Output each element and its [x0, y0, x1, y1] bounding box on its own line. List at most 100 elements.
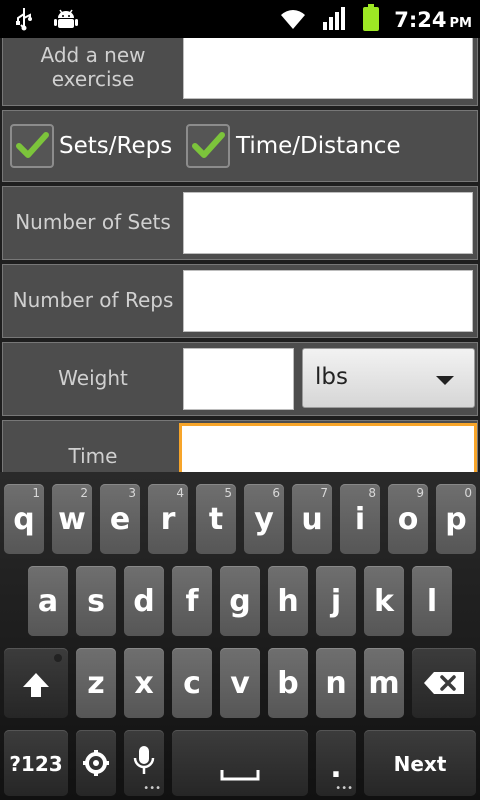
time-distance-label[interactable]: Time/Distance — [236, 133, 401, 159]
period-key-label: . — [330, 750, 342, 785]
key-t[interactable]: 5t — [196, 484, 236, 554]
exercise-name-input[interactable] — [183, 38, 473, 99]
key-hint: 8 — [368, 486, 376, 500]
reps-label: Number of Reps — [12, 288, 174, 312]
key-b[interactable]: b — [268, 648, 308, 718]
key-r[interactable]: 4r — [148, 484, 188, 554]
battery-icon — [362, 4, 380, 36]
key-z[interactable]: z — [76, 648, 116, 718]
key-label: a — [37, 584, 59, 619]
add-exercise-row: Add a new exercise — [2, 38, 478, 106]
space-bar-icon — [220, 770, 260, 781]
status-bar: 7:24 PM — [0, 0, 480, 38]
sets-reps-label[interactable]: Sets/Reps — [59, 133, 172, 159]
key-f[interactable]: f — [172, 566, 212, 636]
signal-icon — [322, 5, 348, 35]
key-hint: 1 — [32, 486, 40, 500]
key-hint: 4 — [176, 486, 184, 500]
key-p[interactable]: 0p — [436, 484, 476, 554]
key-hint: 3 — [128, 486, 136, 500]
key-label: t — [208, 502, 224, 537]
settings-key[interactable] — [76, 730, 116, 796]
key-l[interactable]: l — [412, 566, 452, 636]
key-label: f — [185, 584, 199, 619]
clock-ampm: PM — [449, 16, 472, 31]
space-key[interactable] — [172, 730, 308, 796]
sets-reps-checkbox[interactable] — [10, 124, 54, 168]
key-q[interactable]: 1q — [4, 484, 44, 554]
key-s[interactable]: s — [76, 566, 116, 636]
key-o[interactable]: 9o — [388, 484, 428, 554]
key-a[interactable]: a — [28, 566, 68, 636]
next-key-label: Next — [393, 752, 447, 776]
key-h[interactable]: h — [268, 566, 308, 636]
key-label: u — [301, 502, 323, 537]
key-label: b — [277, 666, 299, 701]
key-label: h — [277, 584, 299, 619]
clock-time: 7:24 — [394, 8, 447, 32]
time-input[interactable] — [179, 423, 477, 472]
key-label: s — [87, 584, 105, 619]
key-hint: 6 — [272, 486, 280, 500]
key-label: c — [183, 666, 201, 701]
time-label: Time — [68, 444, 118, 468]
settings-gear-icon — [83, 750, 109, 776]
weight-row: Weight lbs — [2, 342, 478, 416]
soft-keyboard: 1q 2w 3e 4r 5t 6y 7u 8i 9o 0p a s d f g … — [0, 472, 480, 800]
key-label: x — [134, 666, 154, 701]
key-w[interactable]: 2w — [52, 484, 92, 554]
weight-label: Weight — [58, 366, 128, 390]
symbols-key[interactable]: ?123 — [4, 730, 68, 796]
microphone-icon — [133, 746, 155, 774]
key-label: r — [160, 502, 176, 537]
key-i[interactable]: 8i — [340, 484, 380, 554]
key-k[interactable]: k — [364, 566, 404, 636]
weight-input[interactable] — [183, 348, 294, 410]
shift-key[interactable] — [4, 648, 68, 718]
key-label: v — [230, 666, 250, 701]
voice-input-key[interactable]: ••• — [124, 730, 164, 796]
usb-icon — [14, 6, 34, 36]
key-hint: 2 — [80, 486, 88, 500]
weight-unit-dropdown[interactable]: lbs — [302, 348, 475, 408]
key-label: p — [445, 502, 467, 537]
key-label: m — [368, 666, 400, 701]
sets-label: Number of Sets — [15, 210, 171, 234]
key-hint: 7 — [320, 486, 328, 500]
key-label: n — [325, 666, 347, 701]
key-c[interactable]: c — [172, 648, 212, 718]
key-g[interactable]: g — [220, 566, 260, 636]
time-row: Time — [2, 420, 478, 472]
shift-lock-indicator — [54, 654, 62, 662]
next-key[interactable]: Next — [364, 730, 476, 796]
more-options-icon: ••• — [335, 783, 353, 794]
key-j[interactable]: j — [316, 566, 356, 636]
key-m[interactable]: m — [364, 648, 404, 718]
key-label: j — [330, 584, 342, 619]
key-label: z — [87, 666, 105, 701]
key-label: o — [397, 502, 419, 537]
key-e[interactable]: 3e — [100, 484, 140, 554]
key-x[interactable]: x — [124, 648, 164, 718]
key-d[interactable]: d — [124, 566, 164, 636]
check-icon — [16, 132, 49, 158]
key-label: q — [13, 502, 35, 537]
backspace-key[interactable] — [412, 648, 476, 718]
period-key[interactable]: . ••• — [316, 730, 356, 796]
key-hint: 5 — [224, 486, 232, 500]
key-v[interactable]: v — [220, 648, 260, 718]
reps-row: Number of Reps — [2, 264, 478, 338]
key-n[interactable]: n — [316, 648, 356, 718]
sets-input[interactable] — [183, 192, 473, 254]
key-label: l — [426, 584, 438, 619]
more-options-icon: ••• — [143, 783, 161, 794]
key-label: k — [374, 584, 394, 619]
wifi-icon — [278, 5, 308, 35]
clock: 7:24 PM — [394, 8, 472, 32]
android-debug-icon — [54, 6, 78, 36]
key-y[interactable]: 6y — [244, 484, 284, 554]
time-distance-checkbox[interactable] — [186, 124, 230, 168]
key-label: y — [254, 502, 274, 537]
key-u[interactable]: 7u — [292, 484, 332, 554]
reps-input[interactable] — [183, 270, 473, 332]
